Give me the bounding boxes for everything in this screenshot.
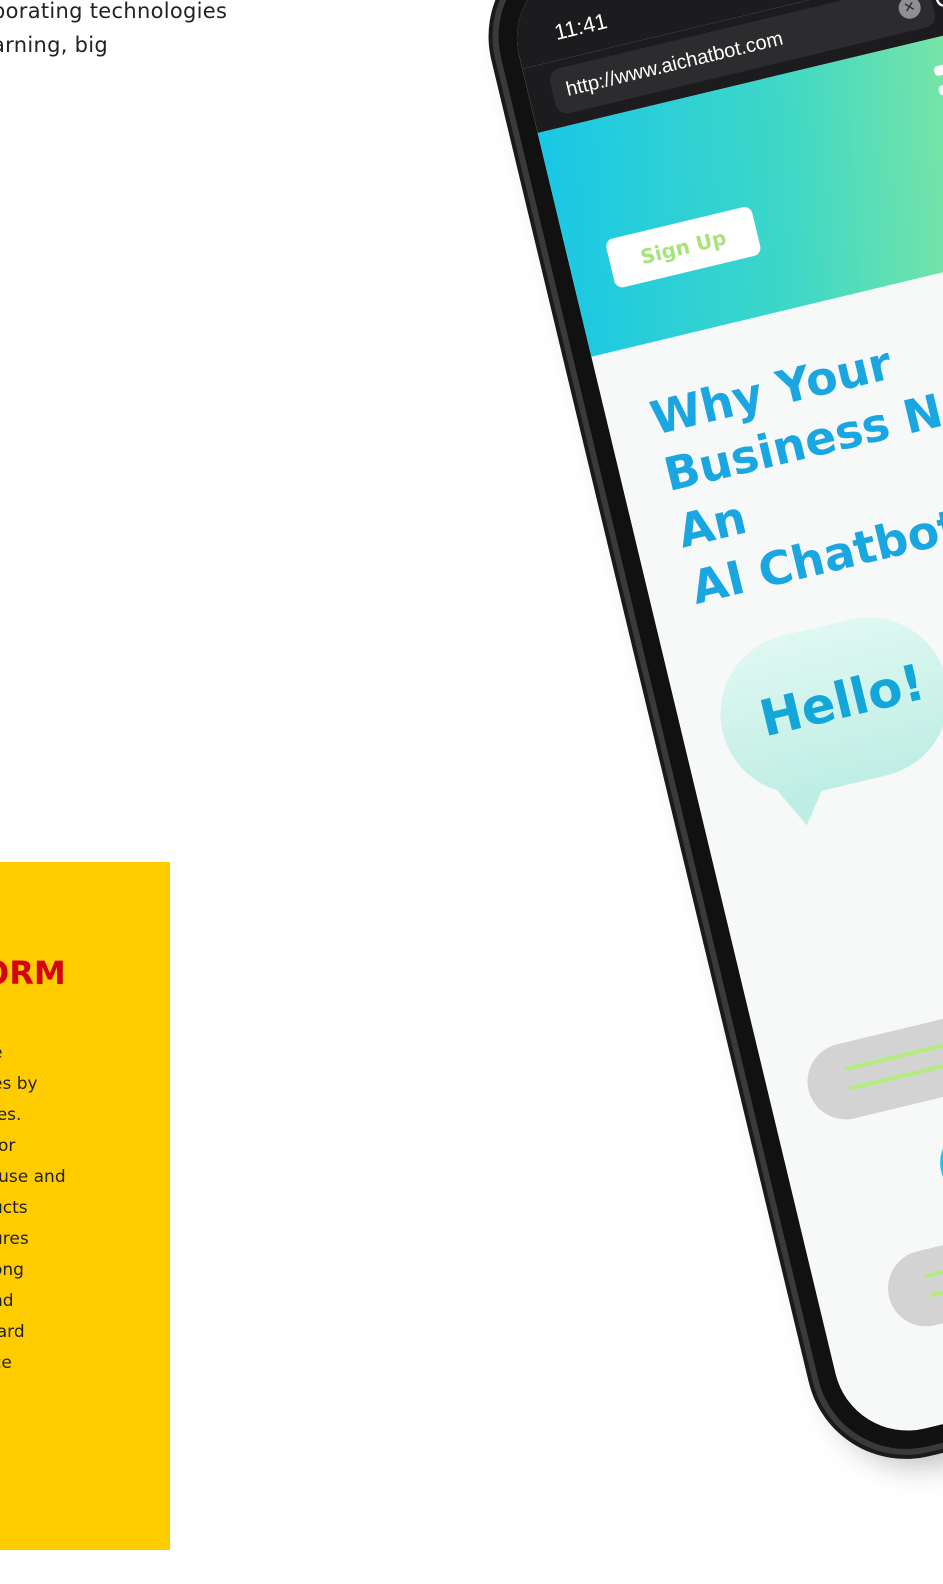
promo-card: ORM e es by ies. for -use and ucts ures … — [0, 862, 170, 1550]
sign-up-button[interactable]: Sign Up — [604, 205, 763, 290]
promo-card-heading: ORM — [0, 954, 66, 992]
hamburger-menu-icon[interactable] — [933, 45, 943, 125]
promo-card-body: e es by ies. for -use and ucts ures ong … — [0, 1038, 66, 1379]
background-article-text: porating technologies arning, big — [0, 0, 292, 62]
promo-card-line: ong — [0, 1260, 24, 1280]
page-headline: Why Your Business Needs An AI Chatbot — [645, 293, 943, 617]
phone-screen: 11:41 ▂▄▆◠▭ http://www.aichatbot.com ✕ C… — [501, 0, 943, 1446]
promo-card-line: ucts — [0, 1198, 28, 1218]
promo-card-line: for — [0, 1136, 16, 1156]
article-line: arning, big — [0, 33, 109, 57]
promo-card-line: ures — [0, 1229, 29, 1249]
article-line: porating technologies — [0, 0, 228, 23]
promo-card-line: e — [0, 1038, 66, 1069]
speech-bubble-text: Hello! — [754, 652, 931, 749]
promo-card-line: nd — [0, 1291, 14, 1311]
chat-message-placeholder — [799, 948, 943, 1128]
chat-message-placeholder — [880, 1157, 943, 1335]
clear-icon[interactable]: ✕ — [896, 0, 923, 21]
status-time: 11:41 — [551, 8, 610, 45]
phone-mockup: 11:41 ▂▄▆◠▭ http://www.aichatbot.com ✕ C… — [480, 0, 943, 1468]
speech-bubble: Hello! — [704, 600, 943, 811]
promo-card-line: lard — [0, 1322, 25, 1342]
promo-card-line: ies. — [0, 1105, 22, 1125]
promo-card-line: es by — [0, 1074, 38, 1094]
promo-card-line: ce — [0, 1353, 12, 1373]
promo-card-line: -use and — [0, 1167, 66, 1187]
